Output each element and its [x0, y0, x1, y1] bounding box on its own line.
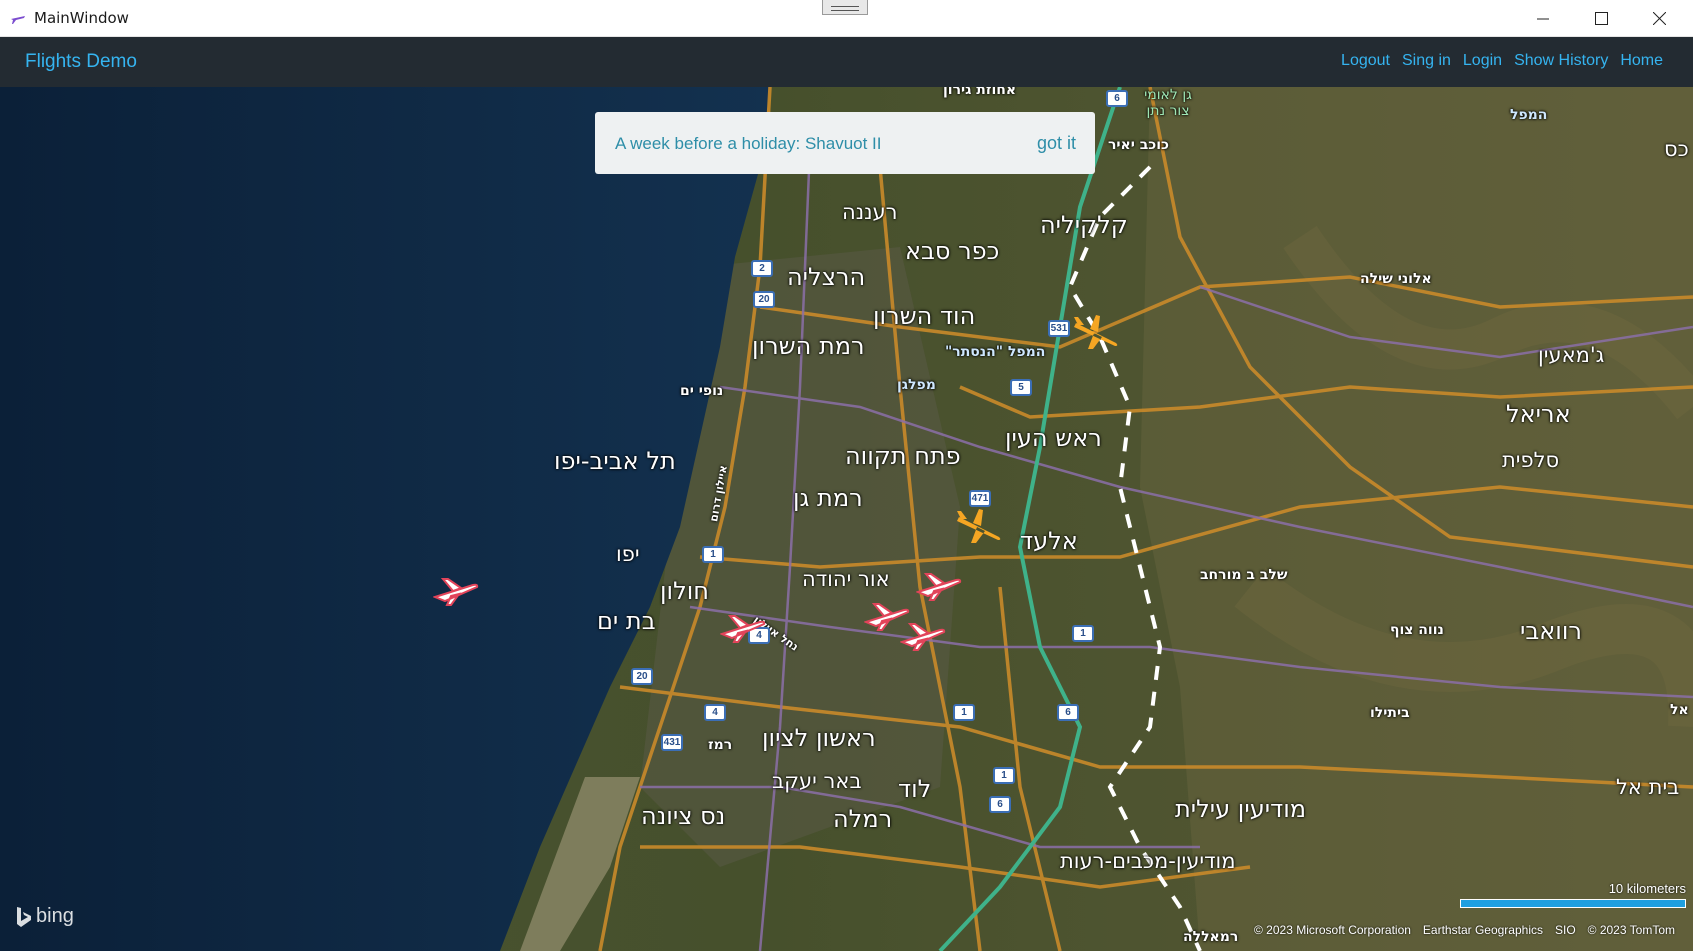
city-label-herzliya: הרצליה — [787, 263, 866, 291]
city-label-or-yehuda: אור יהודה — [802, 567, 890, 591]
flight-marker-red-airplane-icon[interactable] — [916, 572, 962, 602]
city-label-ramla: רמלה — [833, 805, 893, 833]
copyright-sio: SIO — [1554, 923, 1576, 937]
city-label-petah-tikva: פתח תקווה — [845, 442, 961, 470]
scale-label: 10 kilometers — [1608, 881, 1686, 896]
place-label-ramz: רמז — [708, 737, 733, 753]
copyright-tomtom: © 2023 TomTom — [1587, 923, 1675, 937]
city-label-rishon: ראשון לציון — [762, 724, 876, 752]
city-label-modiin: מודיעין-מכבים-רעות — [1060, 849, 1236, 873]
bing-b-icon — [17, 906, 31, 927]
route-shield: 431 — [661, 734, 683, 751]
place-label-right-edge-a: אל — [1670, 702, 1689, 718]
city-label-bat-yam: בת ים — [597, 607, 656, 635]
city-label-modiin-illit: מודיעין עילית — [1175, 795, 1307, 823]
city-label-kfar-saba: כפר סבא — [905, 237, 1000, 265]
minimize-button[interactable] — [1514, 0, 1572, 37]
flight-marker-red-airplane-icon[interactable] — [900, 622, 946, 652]
nav-sign-in[interactable]: Sing in — [1402, 52, 1451, 70]
place-label-kochav-yair: כוכב יאיר — [1108, 137, 1169, 153]
place-label-alonei-shilo: אלוני שילה — [1360, 271, 1432, 287]
flight-marker-red-airplane-icon[interactable] — [720, 614, 766, 644]
route-shield: 1 — [993, 767, 1015, 784]
route-shield: 20 — [631, 668, 653, 685]
place-label-nofei-yam: נופי ים — [680, 383, 724, 399]
copyright-earthstar: Earthstar Geographics — [1422, 923, 1543, 937]
city-label-ariel: אריאל — [1506, 400, 1571, 428]
place-label-hamapal-hanistar: המפל "הנסתר" — [945, 344, 1046, 360]
city-label-raanana: רעננה — [842, 200, 898, 224]
app-navbar: Flights Demo Logout Sing in Login Show H… — [0, 37, 1693, 87]
city-label-ramat-hasharon: רמת השרון — [752, 332, 865, 360]
place-label-ramla-bottom: רמאללה — [1183, 929, 1239, 945]
city-label-rosh-haayin: ראש העין — [1005, 424, 1102, 452]
nav-login[interactable]: Login — [1463, 52, 1502, 70]
route-shield: 1 — [702, 546, 724, 563]
scale-bar — [1460, 899, 1686, 908]
city-label-beer-yaakov: באר יעקב — [772, 769, 862, 793]
maximize-icon — [1594, 12, 1608, 25]
route-shield: 5 — [1010, 379, 1032, 396]
route-shield: 1 — [1072, 625, 1094, 642]
city-label-hod-hasharon: הוד השרון — [873, 302, 976, 330]
city-label-holon: חולון — [660, 577, 709, 605]
map-copyright: © 2023 Microsoft Corporation Earthstar G… — [1254, 923, 1675, 937]
route-shield: 6 — [1106, 90, 1128, 107]
close-button[interactable] — [1630, 0, 1688, 37]
minimize-icon — [1537, 18, 1549, 19]
route-shield: 531 — [1048, 320, 1070, 337]
title-bar: MainWindow — [0, 0, 1693, 37]
flight-marker-orange-airplane-icon[interactable] — [1072, 313, 1120, 353]
route-shield: 471 — [969, 490, 991, 507]
city-label-lod: לוד — [898, 775, 932, 803]
flight-marker-red-airplane-icon[interactable] — [433, 577, 479, 607]
city-label-jamain: ג'מאעין — [1538, 343, 1605, 367]
place-label-neve-tzuf: נווה צוף — [1390, 622, 1444, 638]
route-shield: 20 — [753, 291, 775, 308]
place-label-beitillu: ביתילו — [1370, 705, 1410, 721]
city-label-nes-ziona: נס ציונה — [641, 802, 726, 830]
window-title: MainWindow — [34, 9, 129, 27]
maximize-button[interactable] — [1572, 0, 1630, 37]
place-label-right-edge-b: כס — [1664, 137, 1689, 161]
brand-link[interactable]: Flights Demo — [25, 51, 137, 73]
route-shield: 4 — [704, 704, 726, 721]
place-label-hamapal: המפל — [1510, 107, 1548, 123]
city-label-kalkilya: קלקיליה — [1040, 211, 1128, 239]
bing-logo[interactable]: bing — [16, 905, 74, 928]
route-shield: 6 — [1057, 704, 1079, 721]
city-label-elad: אלעד — [1020, 527, 1078, 555]
close-icon — [1652, 12, 1666, 25]
city-label-salfit: סלפית — [1502, 448, 1560, 472]
place-label-achuzat-giron: אחוזת גירון — [943, 87, 1017, 98]
city-label-beit-el: בית אל — [1616, 775, 1680, 799]
map-scale: 10 kilometers — [1460, 881, 1686, 908]
nav-show-history[interactable]: Show History — [1514, 52, 1608, 70]
city-label-ramat-gan: רמת גן — [793, 484, 863, 512]
drag-handle[interactable] — [822, 0, 868, 15]
notification-message: A week before a holiday: Shavuot II — [615, 134, 882, 153]
map-view[interactable]: תל אביב-יפו יפו חולון בת ים הרצליה רעננה… — [0, 87, 1693, 951]
got-it-button[interactable]: got it — [1037, 133, 1076, 154]
holiday-notification: A week before a holiday: Shavuot II got … — [595, 112, 1095, 174]
city-label-tel-aviv: תל אביב-יפו — [554, 447, 676, 475]
park-label-tzur-natan: גן לאומי צור נתן — [1144, 87, 1192, 119]
copyright-microsoft: © 2023 Microsoft Corporation — [1254, 923, 1411, 937]
route-shield: 6 — [989, 796, 1011, 813]
city-label-yafo: יפו — [616, 542, 640, 566]
route-shield: 2 — [751, 260, 773, 277]
city-label-rawabi: רוואבי — [1520, 617, 1582, 645]
nav-logout[interactable]: Logout — [1341, 52, 1390, 70]
place-label-shlav-b: שלב ב מורחב — [1200, 567, 1288, 583]
route-shield: 1 — [953, 704, 975, 721]
bing-wordmark: bing — [36, 905, 74, 927]
airplane-app-icon — [11, 16, 25, 24]
nav-links: Logout Sing in Login Show History Home — [1341, 52, 1663, 70]
nav-home[interactable]: Home — [1620, 52, 1663, 70]
flight-marker-orange-airplane-icon[interactable] — [955, 507, 1003, 547]
place-label-mafgal: מפלגן — [897, 377, 936, 393]
